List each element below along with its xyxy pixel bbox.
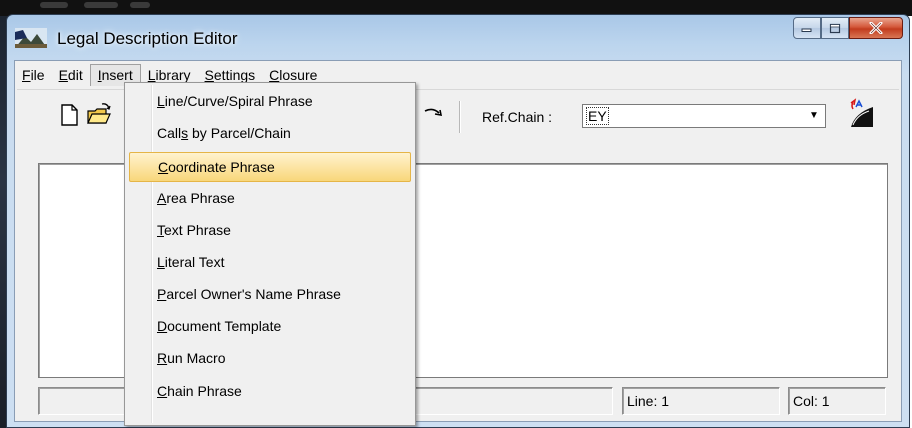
toolbar-separator <box>459 101 461 133</box>
app-icon <box>15 28 47 48</box>
menu-item-area-phrase[interactable]: Area Phrase <box>129 184 411 214</box>
menu-item-text-phrase[interactable]: Text Phrase <box>129 216 411 246</box>
menu-edit[interactable]: Edit <box>52 64 90 86</box>
chevron-down-icon[interactable]: ▼ <box>805 107 823 125</box>
menu-file[interactable]: File <box>15 64 52 86</box>
maximize-button[interactable] <box>821 17 849 39</box>
refchain-value: EY <box>586 107 609 125</box>
refchain-label: Ref.Chain : <box>482 109 553 125</box>
window-title: Legal Description Editor <box>57 29 238 48</box>
maximize-icon <box>829 23 841 33</box>
new-document-icon[interactable] <box>55 101 83 129</box>
menu-item-document-template[interactable]: Document Template <box>129 312 411 342</box>
open-folder-icon[interactable] <box>85 101 113 129</box>
minimize-icon <box>801 28 812 32</box>
insert-dropdown-menu: Line/Curve/Spiral Phrase Calls by Parcel… <box>124 82 416 426</box>
caption-buttons <box>793 17 903 39</box>
menu-item-calls-by-parcel-chain[interactable]: Calls by Parcel/Chain <box>129 119 411 149</box>
refchain-select[interactable]: EY ▼ <box>582 104 826 128</box>
menu-item-literal-text[interactable]: Literal Text <box>129 248 411 278</box>
ref-chain-icon[interactable] <box>847 97 879 131</box>
menu-item-coordinate-phrase[interactable]: Coordinate Phrase <box>129 152 411 182</box>
menu-item-parcel-owners-name-phrase[interactable]: Parcel Owner's Name Phrase <box>129 280 411 310</box>
minimize-button[interactable] <box>793 17 821 39</box>
close-icon <box>869 22 883 34</box>
title-bar[interactable]: Legal Description Editor <box>7 15 909 61</box>
menu-item-chain-phrase[interactable]: Chain Phrase <box>129 377 411 407</box>
close-button[interactable] <box>849 17 903 39</box>
menu-item-line-curve-spiral-phrase[interactable]: Line/Curve/Spiral Phrase <box>129 87 411 117</box>
redo-arrow-icon[interactable] <box>421 101 449 129</box>
menu-item-run-macro[interactable]: Run Macro <box>129 344 411 374</box>
status-col: Col: 1 <box>788 387 886 415</box>
status-line: Line: 1 <box>622 387 780 415</box>
